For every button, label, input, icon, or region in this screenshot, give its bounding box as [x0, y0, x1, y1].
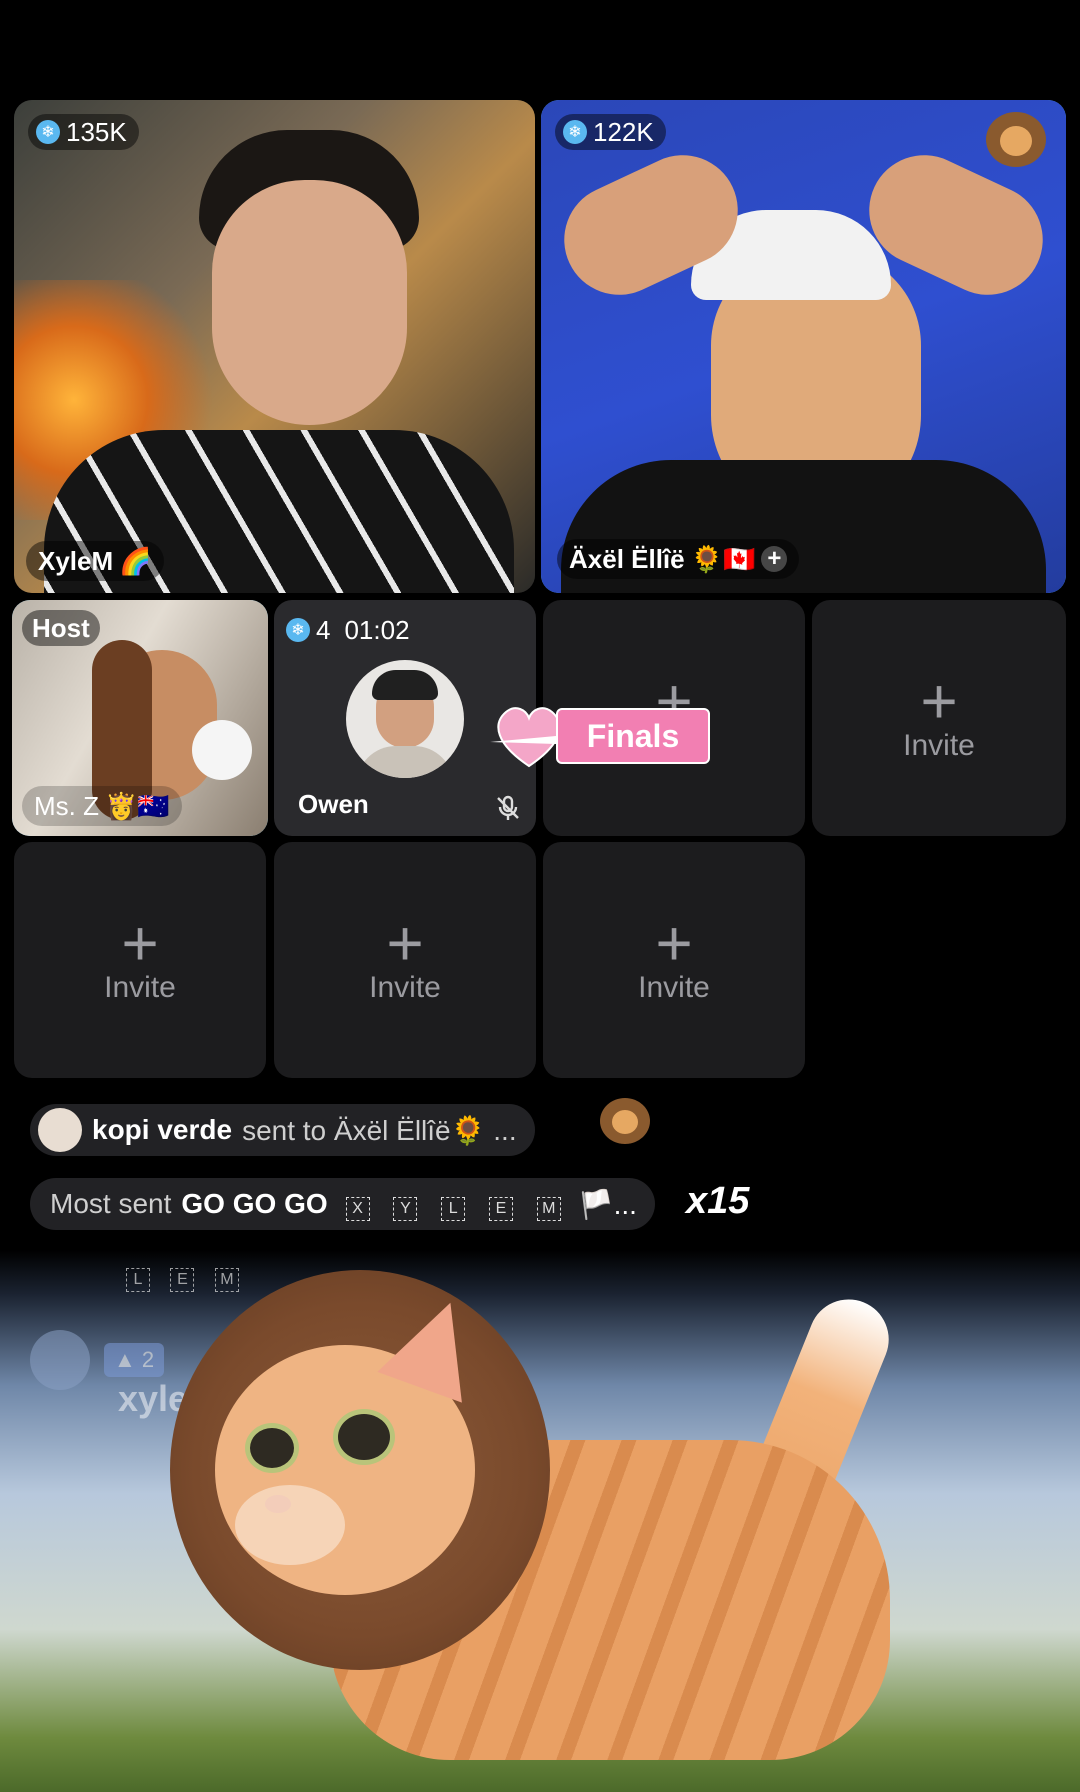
cat-eye-left: [245, 1423, 299, 1473]
invite-slot-2[interactable]: + Invite: [812, 600, 1066, 836]
video-tile-axel[interactable]: ❄ 122K Äxël Ëllîë 🌻🇨🇦 +: [541, 100, 1066, 593]
gem-icon: ❄: [563, 120, 587, 144]
viewer-badge-xylem: ❄ 135K: [28, 114, 139, 150]
lion-gift-icon: [598, 1098, 652, 1158]
plus-icon: +: [386, 907, 424, 979]
most-sent-message[interactable]: Most sent GO GO GO X Y L E M 🏳️...: [30, 1178, 655, 1230]
person-xylem: [184, 130, 434, 430]
invite-slot-3[interactable]: + Invite: [14, 842, 266, 1078]
video-tile-host[interactable]: Host Ms. Z 👸🇦🇺: [12, 600, 268, 836]
gem-icon: ❄: [36, 120, 60, 144]
level-badge: ▲ 2: [104, 1343, 165, 1377]
plus-icon: +: [655, 907, 693, 979]
cat-muzzle: [235, 1485, 345, 1565]
host-badge: Host: [22, 610, 100, 646]
finals-banner: Finals: [476, 700, 712, 770]
name-pill-xylem[interactable]: XyleM 🌈: [26, 541, 164, 581]
name-pill-axel[interactable]: Äxël Ëllîë 🌻🇨🇦 +: [557, 539, 800, 579]
name-pill-owen[interactable]: Owen: [286, 784, 381, 824]
video-tile-xylem[interactable]: ❄ 135K XyleM 🌈: [14, 100, 535, 593]
avatar-faded: [30, 1330, 90, 1390]
invite-slot-4[interactable]: + Invite: [274, 842, 536, 1078]
plus-icon: +: [920, 665, 958, 737]
avatar-kopi-verde: [38, 1108, 82, 1152]
mic-muted-icon: [494, 794, 522, 822]
name-pill-host[interactable]: Ms. Z 👸🇦🇺: [22, 786, 182, 826]
invite-slot-5[interactable]: + Invite: [543, 842, 805, 1078]
follow-plus-icon[interactable]: +: [761, 545, 788, 572]
avatar-owen[interactable]: [346, 660, 464, 778]
lion-sticker: [986, 112, 1046, 192]
cat-eye-right: [333, 1409, 395, 1465]
gift-message[interactable]: kopi verde sent to Äxël Ëllîë🌻 ...: [30, 1104, 535, 1156]
mic-host: [192, 720, 252, 780]
multiplier: x15: [686, 1180, 750, 1222]
viewer-badge-axel: ❄ 122K: [555, 114, 666, 150]
gem-icon: ❄: [286, 618, 310, 642]
owen-badge: ❄ 4 01:02: [286, 612, 410, 648]
gift-animation: L E M ▲ 2 xyle: [0, 1250, 1080, 1792]
plus-icon: +: [121, 907, 159, 979]
faded-chat-row: L E M: [118, 1268, 247, 1292]
letter-boxes: X Y L E M: [338, 1188, 569, 1221]
